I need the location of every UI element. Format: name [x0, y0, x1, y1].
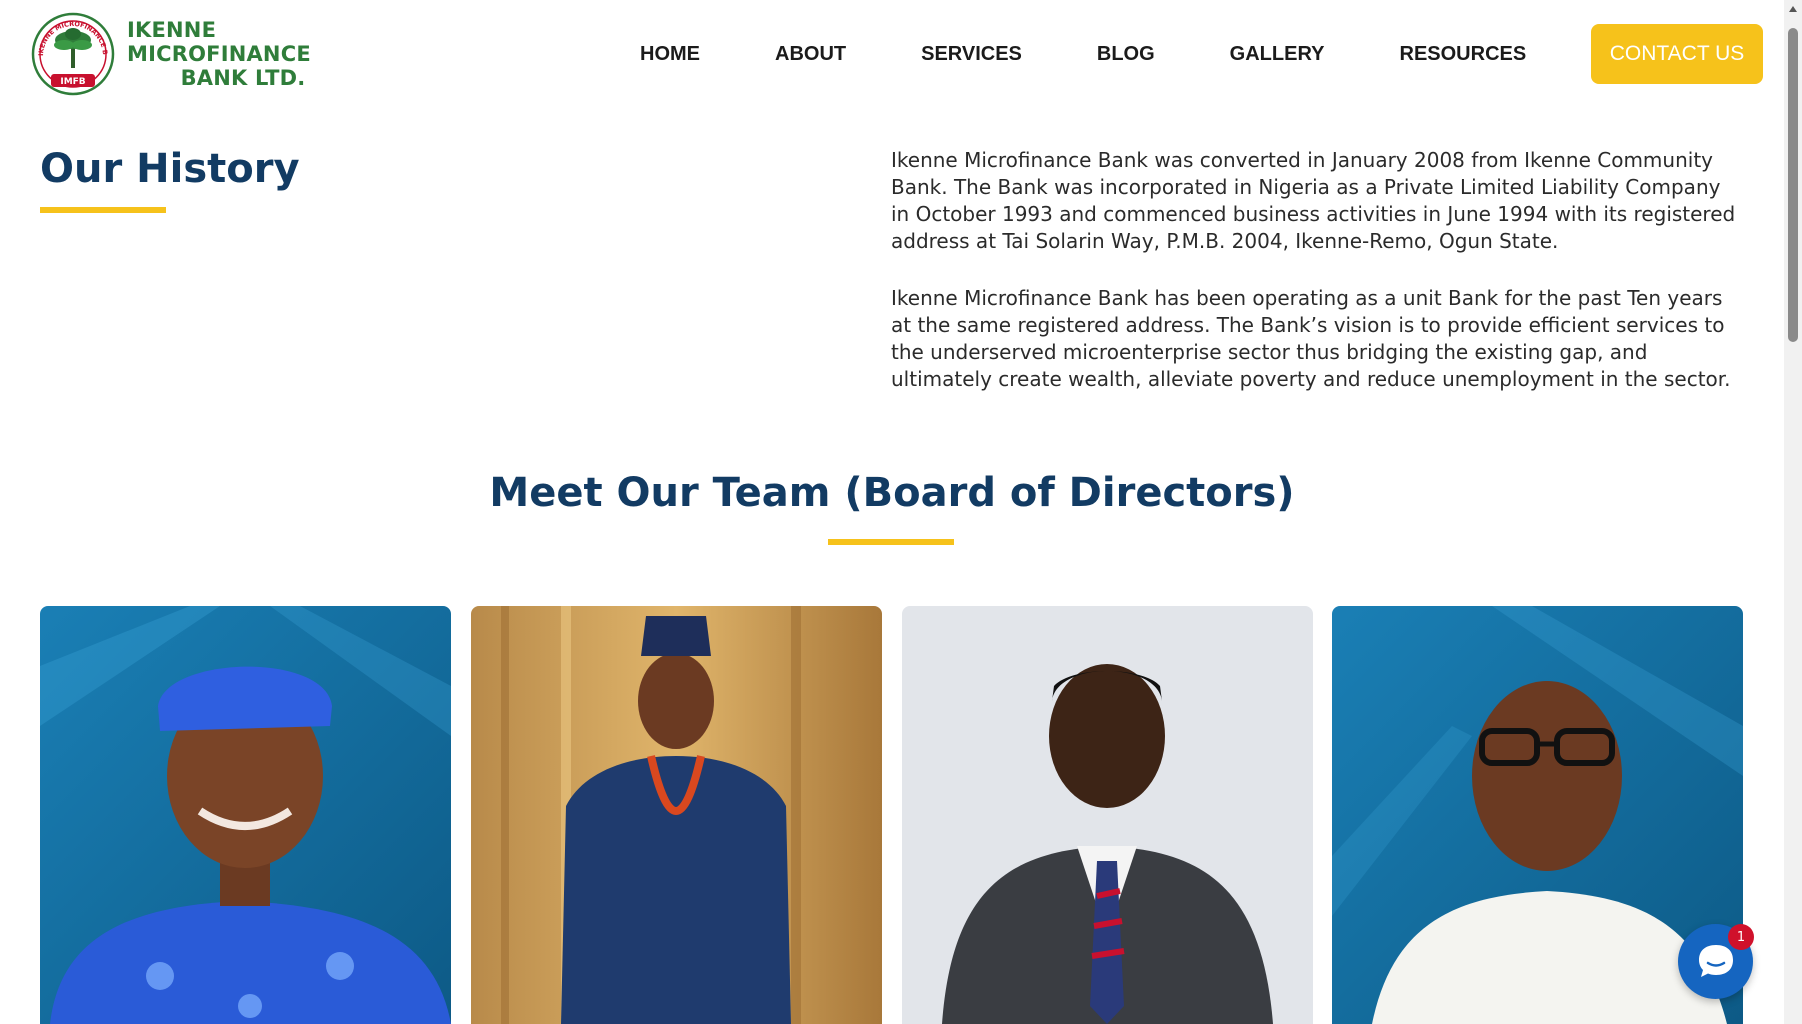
nav-services[interactable]: SERVICES [921, 43, 1022, 66]
history-heading: Our History [40, 146, 300, 192]
nav-resources[interactable]: RESOURCES [1400, 43, 1527, 66]
team-heading-underline [828, 539, 954, 545]
bank-name-line1: IKENNE MICROFINANCE [127, 17, 311, 66]
bank-name: IKENNE MICROFINANCE BANK LTD. [127, 18, 359, 90]
site-header: IKENNE MICROFINANCE BANK LTD IMFB IKENNE… [0, 0, 1802, 108]
director-photo-card[interactable] [902, 606, 1313, 1024]
bank-logo[interactable]: IKENNE MICROFINANCE BANK LTD IMFB IKENNE… [29, 12, 359, 96]
page-scrollbar[interactable] [1784, 0, 1802, 1024]
director-photo [40, 606, 451, 1024]
bank-name-line2: BANK LTD. [180, 66, 306, 91]
director-photo-card[interactable] [40, 606, 451, 1024]
chat-notification-badge: 1 [1728, 924, 1754, 950]
nav-home[interactable]: HOME [640, 43, 700, 66]
nav-about[interactable]: ABOUT [775, 43, 846, 66]
nav-gallery[interactable]: GALLERY [1230, 43, 1325, 66]
main-nav: HOME ABOUT SERVICES BLOG GALLERY RESOURC… [640, 24, 1526, 84]
team-heading: Meet Our Team (Board of Directors) [489, 470, 1295, 516]
history-heading-underline [40, 207, 166, 213]
history-paragraph: Ikenne Microfinance Bank was converted i… [891, 148, 1736, 253]
nav-blog[interactable]: BLOG [1097, 43, 1155, 66]
chat-bubble-icon [1699, 945, 1733, 977]
director-photo-card[interactable] [471, 606, 882, 1024]
scrollbar-thumb[interactable] [1788, 28, 1798, 342]
history-paragraph: Ikenne Microfinance Bank has been operat… [891, 286, 1731, 391]
contact-us-button[interactable]: CONTACT US [1591, 24, 1763, 84]
director-photo [902, 606, 1313, 1024]
svg-text:IMFB: IMFB [60, 77, 85, 87]
history-text: Ikenne Microfinance Bank was converted i… [891, 147, 1741, 393]
bank-seal-icon: IKENNE MICROFINANCE BANK LTD IMFB [29, 12, 115, 96]
scroll-up-arrow-icon[interactable] [1789, 6, 1797, 12]
director-photo [471, 606, 882, 1024]
